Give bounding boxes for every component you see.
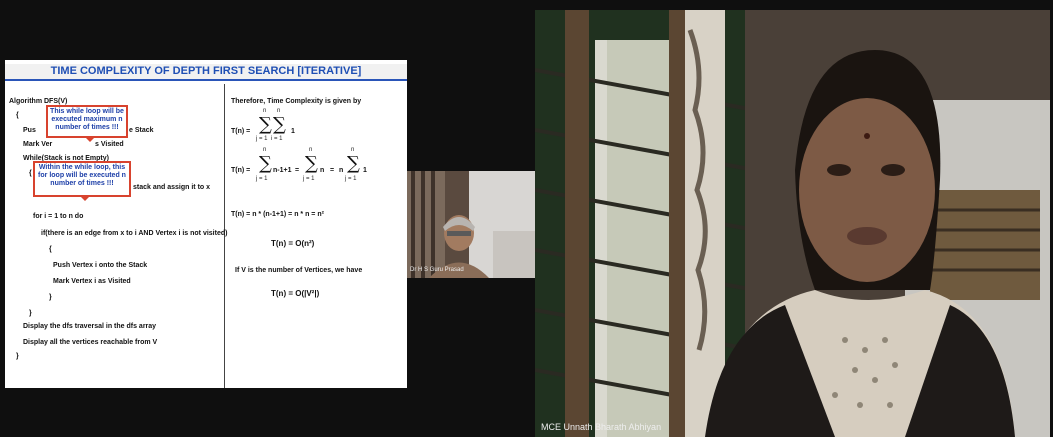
algo-line: s Visited [95, 141, 124, 148]
algo-line: Pus [23, 127, 36, 134]
sigma-symbol: ∑ [305, 153, 318, 174]
eq3: T(n) = n * (n-1+1) = n * n = n² [231, 211, 324, 218]
callout-while-loop: This while loop will be executed maximum… [46, 105, 128, 142]
callout-text: Within the while loop, this [38, 164, 126, 171]
algo-line: Display the dfs traversal in the dfs arr… [23, 323, 157, 330]
algo-line: { [16, 112, 19, 119]
sum-lower-limit: j = 1 [256, 136, 268, 142]
sigma-symbol: ∑ [259, 114, 272, 135]
algo-line: for i = 1 to n do [33, 213, 84, 220]
algo-line: Mark Ver [23, 141, 53, 148]
callout-text: number of times !!! [55, 124, 119, 131]
callout-for-loop: Within the while loop, this for loop wil… [33, 161, 131, 201]
callout-text: number of times !!! [50, 180, 114, 187]
slide-title: TIME COMPLEXITY OF DEPTH FIRST SEARCH [I… [5, 64, 407, 81]
callout-pointer [80, 196, 91, 201]
eq2-term: n [320, 167, 325, 174]
participant-name-label: Dr H S Guru Prasad [410, 267, 464, 273]
algo-line: } [16, 353, 19, 360]
participant-video-image [535, 10, 1050, 437]
shared-slide: TIME COMPLEXITY OF DEPTH FIRST SEARCH [I… [5, 60, 407, 388]
algo-line: Push Vertex i onto the Stack [53, 262, 148, 269]
eq2-n: n [339, 167, 344, 174]
algo-line: e Stack [129, 127, 154, 134]
callout-text: executed maximum n [51, 116, 123, 123]
sigma-symbol: ∑ [347, 153, 360, 174]
eq1-lhs: T(n) = [231, 128, 251, 135]
eq2-term: 1 [363, 167, 367, 174]
algo-line: Mark Vertex i as Visited [53, 278, 131, 285]
sum-lower-limit: j = 1 [256, 176, 268, 182]
participant-video-large[interactable]: MCE Unnath Bharath Abhiyan [535, 10, 1050, 437]
algo-line: } [29, 310, 32, 317]
sum-lower-limit: j = 1 [303, 176, 315, 182]
algo-line: { [49, 246, 52, 253]
sigma-symbol: ∑ [259, 153, 272, 174]
sigma-symbol: ∑ [273, 114, 286, 135]
algo-line: } [49, 294, 52, 301]
participant-name-label: MCE Unnath Bharath Abhiyan [541, 422, 662, 432]
participant-video-image [407, 171, 535, 278]
eq2-lhs: T(n) = [231, 167, 251, 174]
sum-lower-limit: j = 1 [345, 176, 357, 182]
complexity-heading: Therefore, Time Complexity is given by [231, 98, 362, 105]
algo-line: stack and assign it to x [133, 184, 211, 191]
equals: = [295, 167, 300, 174]
eq1-term: 1 [291, 128, 295, 135]
sum-lower-limit: i = 1 [271, 136, 283, 142]
equals: = [330, 167, 335, 174]
algo-line: Display all the vertices reachable from … [23, 339, 158, 346]
callout-text: This while loop will be [50, 108, 124, 115]
participant-video-small[interactable]: Dr H S Guru Prasad [407, 171, 535, 278]
eq5: T(n) = O(|V²|) [271, 289, 320, 298]
callout-text: for loop will be executed n [38, 172, 126, 179]
callout-pointer [85, 137, 96, 142]
algo-line: if(there is an edge from x to i AND Vert… [41, 230, 228, 237]
eq2-term: n-1+1 [273, 167, 292, 174]
eq4: T(n) = O(n²) [271, 239, 315, 248]
algo-line: { [29, 170, 32, 177]
vertices-note: If V is the number of Vertices, we have [235, 267, 363, 274]
